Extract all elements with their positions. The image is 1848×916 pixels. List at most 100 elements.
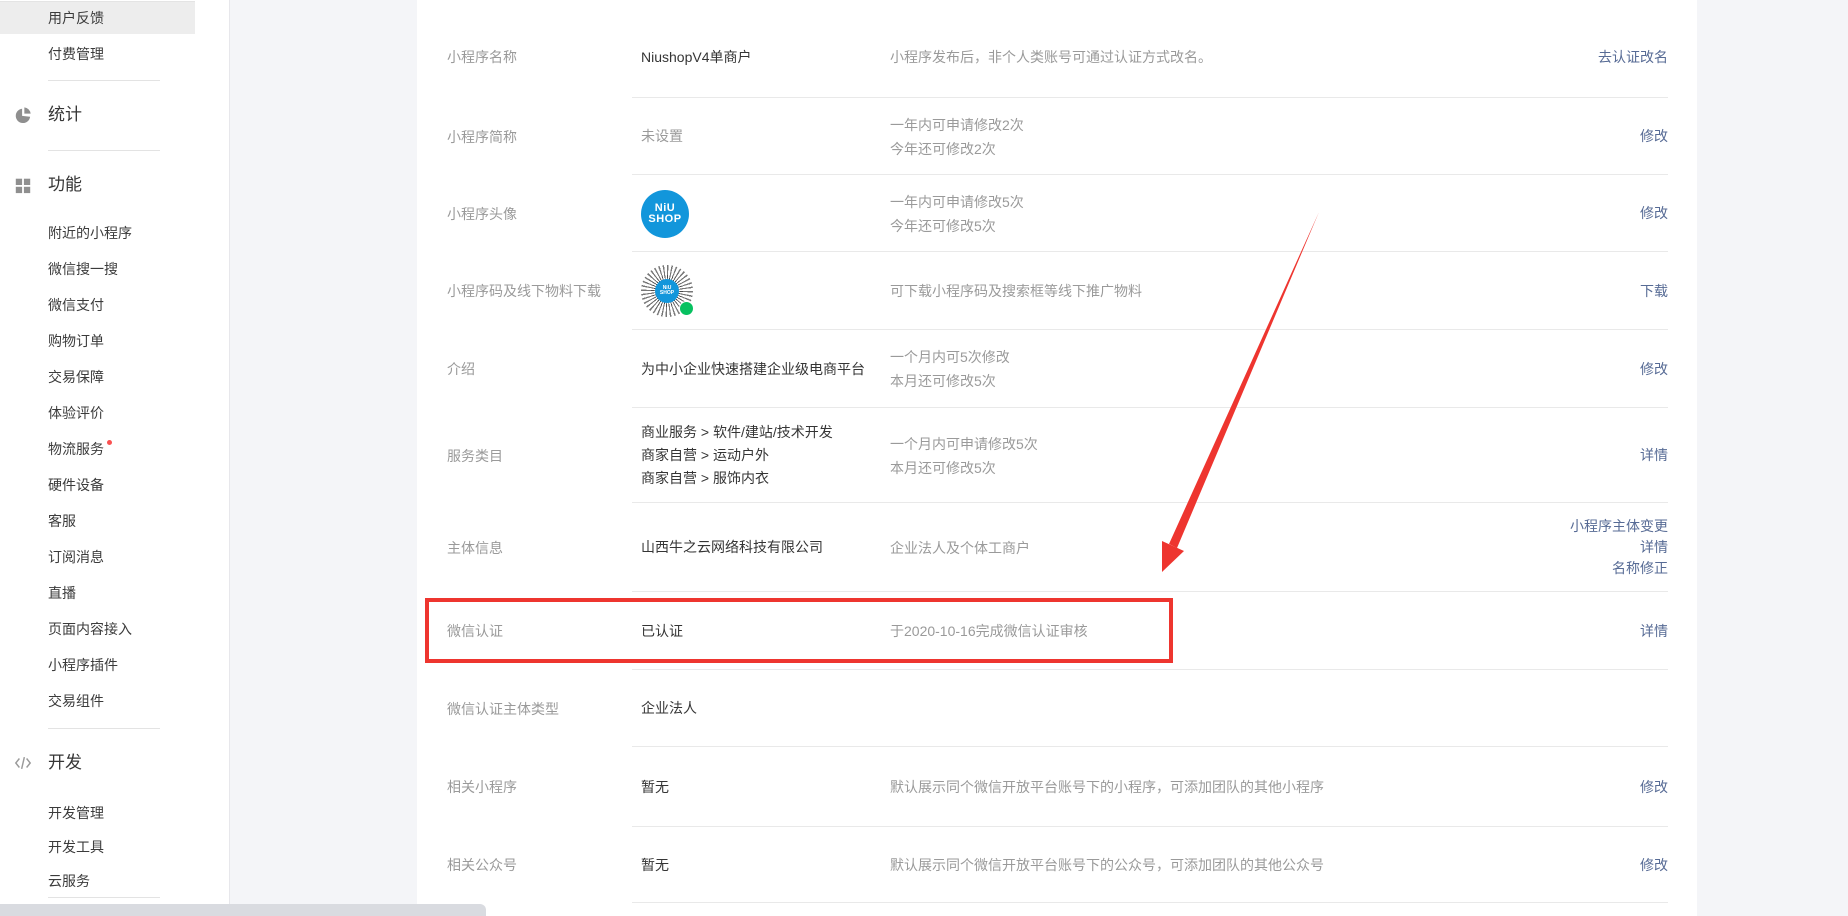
row-label: 小程序码及线下物料下载 [447, 281, 632, 301]
row-value-line: 商家自营 > 服饰内衣 [641, 467, 901, 490]
row-value-line: 商业服务 > 软件/建站/技术开发 [641, 421, 901, 444]
sidebar-item-label: 微信支付 [48, 297, 104, 313]
sidebar-section-title: 功能 [48, 175, 82, 194]
details-link[interactable]: 详情 [1640, 621, 1668, 642]
sidebar-item-customer-service[interactable]: 客服 [0, 505, 195, 537]
sidebar-item-label: 开发管理 [48, 805, 104, 821]
sidebar-item-hardware-devices[interactable]: 硬件设备 [0, 469, 195, 501]
sidebar-item-label: 用户反馈 [48, 10, 104, 26]
qr-center-logo: NiU SHOP [655, 279, 679, 303]
settings-row-service-category: 服务类目 商业服务 > 软件/建站/技术开发 商家自营 > 运动户外 商家自营 … [417, 408, 1697, 503]
row-label: 微信认证 [447, 621, 632, 641]
sidebar-item-wechat-search[interactable]: 微信搜一搜 [0, 253, 195, 285]
settings-card: 小程序名称 NiushopV4单商户 小程序发布后，非个人类账号可通过认证方式改… [417, 0, 1697, 916]
sidebar-divider [48, 897, 160, 898]
sidebar-section-development[interactable]: 开发 [0, 750, 195, 776]
sidebar-item-label: 小程序插件 [48, 657, 118, 673]
row-value: 暂无 [641, 854, 886, 877]
row-label: 主体信息 [447, 538, 632, 558]
notification-dot [107, 440, 112, 445]
row-value: 山西牛之云网络科技有限公司 [641, 536, 886, 559]
sidebar-item-label: 订阅消息 [48, 549, 104, 565]
row-label: 服务类目 [447, 446, 632, 466]
sidebar-item-label: 客服 [48, 513, 76, 529]
details-link[interactable]: 详情 [1640, 445, 1668, 466]
settings-row-subject-info: 主体信息 山西牛之云网络科技有限公司 企业法人及个体工商户 小程序主体变更 详情… [417, 503, 1697, 592]
row-desc: 可下载小程序码及搜索框等线下推广物料 [890, 279, 1530, 303]
sidebar-section-statistics[interactable]: 统计 [0, 102, 195, 128]
browser-status-bar [0, 904, 486, 916]
sidebar-item-label: 物流服务 [48, 441, 104, 457]
row-desc: 一年内可申请修改2次 [890, 113, 1530, 137]
row-value-line: 商家自营 > 运动户外 [641, 444, 901, 467]
row-label: 小程序简称 [447, 127, 632, 147]
sidebar-item-dev-management[interactable]: 开发管理 [0, 797, 195, 829]
sidebar-item-nearby-miniprograms[interactable]: 附近的小程序 [0, 217, 195, 249]
sidebar-divider [48, 150, 160, 151]
sidebar-item-label: 硬件设备 [48, 477, 104, 493]
row-value: 为中小企业快速搭建企业级电商平台 [641, 358, 891, 381]
sidebar-item-page-content-access[interactable]: 页面内容接入 [0, 613, 195, 645]
row-value: 未设置 [641, 125, 886, 148]
sidebar-item-cloud-services[interactable]: 云服务 [0, 865, 195, 897]
sidebar-item-label: 开发工具 [48, 839, 104, 855]
sidebar-item-logistics-service[interactable]: 物流服务 [0, 433, 195, 465]
sidebar-item-label: 付费管理 [48, 46, 104, 62]
row-value: 已认证 [641, 620, 886, 643]
sidebar-item-payment-management[interactable]: 付费管理 [0, 38, 195, 70]
miniprogram-qr-code: NiU SHOP [641, 265, 693, 317]
wechat-badge-icon [679, 301, 694, 316]
row-desc: 企业法人及个体工商户 [890, 536, 1530, 560]
sidebar-item-user-feedback[interactable]: 用户反馈 [0, 2, 195, 34]
modify-link[interactable]: 修改 [1640, 359, 1668, 380]
download-link[interactable]: 下载 [1640, 281, 1668, 302]
sidebar-item-subscribe-messages[interactable]: 订阅消息 [0, 541, 195, 573]
row-label: 介绍 [447, 359, 632, 379]
sidebar-item-label: 交易保障 [48, 369, 104, 385]
sidebar-item-live[interactable]: 直播 [0, 577, 195, 609]
sidebar-item-miniprogram-plugins[interactable]: 小程序插件 [0, 649, 195, 681]
modify-link[interactable]: 修改 [1640, 203, 1668, 224]
sidebar-item-shopping-orders[interactable]: 购物订单 [0, 325, 195, 357]
modify-link[interactable]: 修改 [1640, 126, 1668, 147]
sidebar-item-experience-review[interactable]: 体验评价 [0, 397, 195, 429]
sidebar-item-label: 云服务 [48, 873, 90, 889]
sidebar-section-title: 统计 [48, 105, 82, 124]
row-desc: 默认展示同个微信开放平台账号下的公众号，可添加团队的其他公众号 [890, 853, 1530, 877]
sidebar-item-label: 微信搜一搜 [48, 261, 118, 277]
row-desc: 于2020-10-16完成微信认证审核 [890, 619, 1530, 643]
sidebar-item-dev-tools[interactable]: 开发工具 [0, 831, 195, 863]
row-value: 暂无 [641, 776, 886, 799]
miniprogram-avatar: NiU SHOP [641, 190, 689, 238]
sidebar-divider [48, 728, 160, 729]
settings-row-miniprogram-short-name: 小程序简称 未设置 一年内可申请修改2次 今年还可修改2次 修改 [417, 98, 1697, 175]
modify-link[interactable]: 修改 [1640, 777, 1668, 798]
row-desc: 今年还可修改2次 [890, 137, 1530, 161]
details-link[interactable]: 详情 [1640, 537, 1668, 558]
sidebar-item-transaction-guarantee[interactable]: 交易保障 [0, 361, 195, 393]
avatar-text: NiU [655, 203, 675, 214]
go-verify-rename-link[interactable]: 去认证改名 [1598, 47, 1668, 68]
sidebar-section-features[interactable]: 功能 [0, 172, 195, 198]
modify-link[interactable]: 修改 [1640, 855, 1668, 876]
sidebar-item-wechat-pay[interactable]: 微信支付 [0, 289, 195, 321]
row-desc: 默认展示同个微信开放平台账号下的小程序，可添加团队的其他小程序 [890, 775, 1530, 799]
subject-change-link[interactable]: 小程序主体变更 [1570, 516, 1668, 537]
row-value: NiushopV4单商户 [641, 46, 886, 69]
sidebar-item-label: 直播 [48, 585, 76, 601]
settings-row-related-miniprograms: 相关小程序 暂无 默认展示同个微信开放平台账号下的小程序，可添加团队的其他小程序… [417, 747, 1697, 827]
name-correction-link[interactable]: 名称修正 [1612, 558, 1668, 579]
grid-icon [14, 176, 32, 194]
qr-logo-text: SHOP [660, 291, 674, 296]
sidebar-item-label: 附近的小程序 [48, 225, 132, 241]
code-icon [14, 754, 32, 772]
row-desc: 小程序发布后，非个人类账号可通过认证方式改名。 [890, 45, 1530, 69]
sidebar-divider [48, 80, 160, 81]
settings-row-verification-subject-type: 微信认证主体类型 企业法人 [417, 670, 1697, 747]
sidebar-section-title: 开发 [48, 753, 82, 772]
row-value: 企业法人 [641, 697, 886, 720]
settings-row-introduction: 介绍 为中小企业快速搭建企业级电商平台 一个月内可5次修改 本月还可修改5次 修… [417, 330, 1697, 408]
sidebar-item-transaction-components[interactable]: 交易组件 [0, 685, 195, 717]
avatar-text: SHOP [648, 214, 681, 225]
settings-row-miniprogram-avatar: 小程序头像 NiU SHOP 一年内可申请修改5次 今年还可修改5次 修改 [417, 175, 1697, 252]
